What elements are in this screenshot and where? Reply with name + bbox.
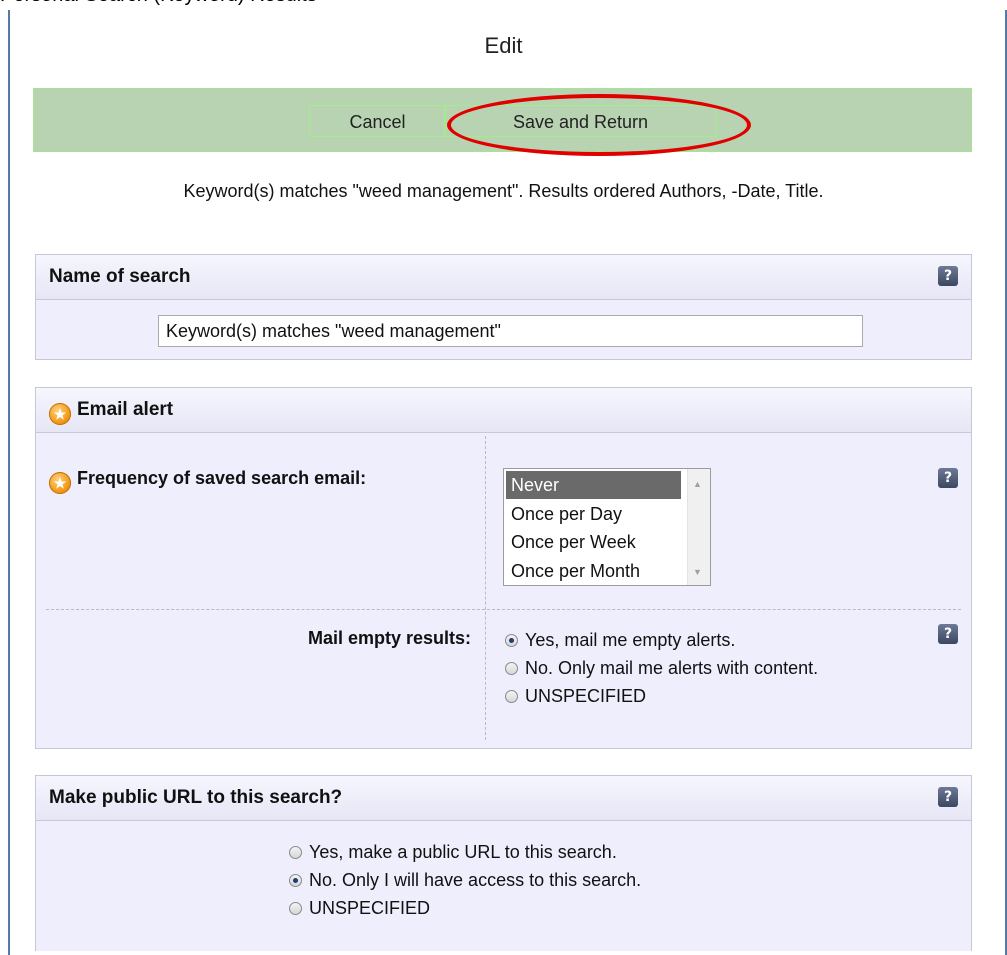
name-of-search-panel: Name of search ? Keyword(s) matches "wee… [35, 254, 972, 360]
star-icon: ★ [49, 472, 71, 494]
email-alert-panel: ★ Email alert ★ Frequency of saved search … [35, 387, 972, 749]
scroll-down-icon[interactable]: ▼ [693, 567, 702, 577]
mail-empty-yes-option[interactable]: Yes, mail me empty alerts. [505, 630, 735, 651]
public-url-unspecified-option[interactable]: UNSPECIFIED [289, 898, 430, 919]
radio-button[interactable] [505, 662, 518, 675]
name-of-search-title: Name of search [49, 266, 191, 287]
radio-button[interactable] [505, 634, 518, 647]
action-toolbar: Cancel Save and Return [33, 88, 972, 152]
radio-button[interactable] [289, 846, 302, 859]
column-divider [485, 436, 486, 740]
help-icon[interactable]: ? [938, 468, 958, 488]
clipped-page-heading: Personal Search (Keyword) Results [0, 0, 700, 10]
page-title: Edit [484, 33, 523, 58]
radio-button[interactable] [289, 902, 302, 915]
frequency-option[interactable]: Once per Day [506, 500, 681, 528]
frequency-option[interactable]: Once per Month [506, 557, 681, 585]
save-and-return-button[interactable]: Save and Return [444, 105, 717, 137]
mail-empty-unspecified-option[interactable]: UNSPECIFIED [505, 686, 646, 707]
help-icon[interactable]: ? [938, 266, 958, 286]
row-divider [46, 609, 961, 610]
frequency-option[interactable]: Once per Week [506, 528, 681, 556]
radio-button[interactable] [505, 690, 518, 703]
public-url-panel: Make public URL to this search? ? Yes, m… [35, 775, 972, 951]
frequency-option[interactable]: Never [506, 471, 681, 499]
mail-empty-no-option[interactable]: No. Only mail me alerts with content. [505, 658, 818, 679]
scroll-up-icon[interactable]: ▲ [693, 479, 702, 489]
email-alert-title: Email alert [77, 399, 174, 420]
public-url-header: Make public URL to this search? ? [36, 776, 971, 821]
name-of-search-header: Name of search ? [36, 255, 971, 300]
cancel-button[interactable]: Cancel [309, 105, 446, 137]
public-url-title: Make public URL to this search? [49, 787, 343, 808]
public-url-no-option[interactable]: No. Only I will have access to this sear… [289, 870, 641, 891]
mail-empty-results-label: Mail empty results: [307, 628, 471, 648]
search-name-input[interactable]: Keyword(s) matches "weed management" [158, 315, 863, 347]
public-url-yes-option[interactable]: Yes, make a public URL to this search. [289, 842, 617, 863]
radio-button[interactable] [289, 874, 302, 887]
search-summary: Keyword(s) matches "weed management". Re… [183, 181, 824, 201]
frequency-listbox[interactable]: Never Once per Day Once per Week Once pe… [503, 468, 711, 586]
help-icon[interactable]: ? [938, 624, 958, 644]
email-alert-header: ★ Email alert [36, 388, 971, 433]
help-icon[interactable]: ? [938, 787, 958, 807]
star-icon: ★ [49, 403, 71, 425]
frequency-label: ★ Frequency of saved search email: [49, 468, 366, 494]
listbox-scrollbar[interactable]: ▲ ▼ [687, 469, 710, 585]
